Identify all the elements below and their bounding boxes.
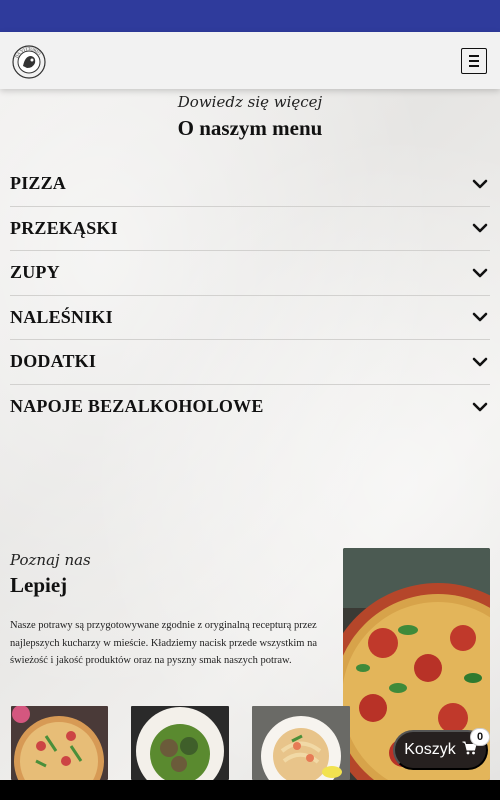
hamburger-icon: [469, 55, 479, 57]
accordion-item-napoje[interactable]: NAPOJE BEZALKOHOLOWE: [10, 385, 490, 430]
cart-label: Koszyk: [404, 741, 456, 758]
chevron-down-icon: [472, 356, 488, 368]
dish-photo: [11, 706, 108, 780]
chevron-down-icon: [472, 222, 488, 234]
hamburger-icon-line: [469, 65, 479, 67]
accordion-item-przekaski[interactable]: PRZEKĄSKI: [10, 207, 490, 251]
accordion-item-nalesniki[interactable]: NALEŚNIKI: [10, 296, 490, 340]
chevron-down-icon: [472, 178, 488, 190]
dish-photo: [131, 706, 229, 780]
accordion-label: PRZEKĄSKI: [10, 217, 118, 238]
accordion-item-pizza[interactable]: PIZZA: [10, 162, 490, 207]
accordion-label: ZUPY: [10, 262, 60, 283]
chevron-down-icon: [472, 311, 488, 323]
hamburger-icon-line: [469, 60, 479, 62]
status-bar: [0, 0, 500, 32]
site-header: DA VITTORIO: [0, 32, 500, 89]
cart-count-badge: 0: [470, 728, 490, 746]
accordion-label: DODATKI: [10, 351, 97, 372]
accordion-label: NALEŚNIKI: [10, 306, 113, 327]
logo-emblem-icon: DA VITTORIO: [12, 45, 46, 79]
accordion-item-zupy[interactable]: ZUPY: [10, 251, 490, 296]
menu-toggle-button[interactable]: [461, 48, 487, 74]
about-title: Lepiej: [10, 573, 68, 597]
menu-accordion: PIZZA PRZEKĄSKI ZUPY NALEŚNIKI DODATKI N…: [10, 162, 490, 429]
chevron-down-icon: [472, 267, 488, 279]
accordion-label: NAPOJE BEZALKOHOLOWE: [10, 396, 264, 417]
accordion-item-dodatki[interactable]: DODATKI: [10, 340, 490, 385]
menu-section-title: O naszym menu: [177, 116, 323, 140]
chevron-down-icon: [472, 401, 488, 413]
menu-kicker: Dowiedz się więcej: [177, 93, 323, 111]
about-description: Nasze potrawy są przygotowywane zgodnie …: [10, 620, 318, 666]
logo[interactable]: DA VITTORIO: [11, 44, 47, 80]
system-nav-bar: [0, 780, 500, 800]
about-kicker: Poznaj nas: [10, 551, 91, 569]
accordion-label: PIZZA: [10, 173, 67, 194]
dish-photo: [252, 706, 350, 780]
